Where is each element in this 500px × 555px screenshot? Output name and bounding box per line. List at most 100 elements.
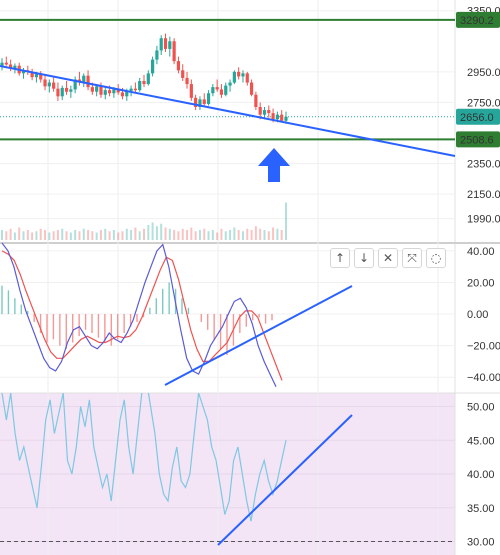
volume-bar	[224, 231, 227, 240]
volume-bar	[241, 231, 244, 240]
close-icon[interactable]: ✕	[378, 248, 398, 268]
candle-body	[232, 71, 236, 83]
volume-bar	[112, 230, 115, 240]
volume-bar	[117, 232, 120, 240]
volume-bar	[104, 228, 107, 240]
volume-bar	[13, 232, 16, 240]
candle-body	[237, 71, 241, 77]
price-badge-label: 2508.6	[460, 134, 494, 146]
volume-bar	[1, 230, 3, 240]
volume-bar	[22, 231, 25, 240]
candle-body	[112, 89, 116, 94]
volume-bar	[276, 228, 279, 240]
volume-bar	[125, 228, 128, 240]
candle-body	[172, 41, 176, 62]
candle-body	[249, 82, 254, 95]
candle-body	[275, 114, 279, 120]
candle-body	[280, 114, 284, 121]
candle-body	[142, 81, 146, 85]
volume-bar	[280, 230, 283, 240]
candle-body	[176, 61, 181, 71]
volume-bar	[263, 230, 266, 240]
price-tick-label: 2150.00	[467, 189, 500, 201]
candle-body	[284, 116, 288, 121]
volume-bar	[91, 231, 94, 240]
volume-bar	[259, 228, 262, 240]
volume-bar	[186, 230, 189, 240]
candle-body	[219, 89, 224, 95]
volume-bar	[285, 202, 287, 240]
volume-bar	[31, 232, 34, 240]
rsi-tick-label: 45.00	[467, 435, 495, 447]
candle-body	[4, 62, 8, 65]
volume-bar	[254, 226, 257, 240]
macd-tick-label: −40.00	[467, 372, 500, 384]
rsi-tick-label: 30.00	[467, 537, 495, 549]
volume-bar	[272, 227, 275, 240]
volume-bar	[147, 225, 150, 240]
macd-line	[1, 242, 277, 387]
candle-body	[103, 90, 107, 95]
collapse-icon[interactable]: ⤧	[402, 248, 422, 268]
move-down-icon[interactable]: ↓	[354, 248, 374, 268]
candle-body	[189, 84, 193, 98]
volume-bar	[207, 231, 210, 240]
volume-bar	[44, 230, 47, 240]
rsi-tick-label: 35.00	[467, 503, 495, 515]
volume-bar	[9, 228, 12, 240]
volume-bar	[211, 230, 214, 240]
volume-bar	[181, 228, 184, 240]
candle-body	[245, 73, 249, 83]
candle-body	[258, 107, 262, 115]
volume-bar	[198, 230, 201, 240]
volume-bar	[82, 228, 85, 240]
candle-body	[215, 87, 219, 90]
candle-body	[86, 75, 90, 88]
volume-bar	[52, 231, 55, 240]
candle-body	[224, 85, 228, 95]
price-tick-label: 2350.00	[467, 159, 500, 171]
volume-bar	[229, 230, 232, 240]
volume-bar	[246, 228, 249, 240]
candle-body	[56, 88, 60, 97]
more-icon[interactable]: ◌	[426, 248, 446, 268]
trend-line-drawing	[0, 65, 456, 157]
candle-body	[69, 89, 73, 92]
volume-bar	[87, 230, 90, 240]
move-up-icon[interactable]: ↑	[330, 248, 350, 268]
candle-body	[34, 74, 39, 78]
rsi-tick-label: 50.00	[467, 402, 495, 414]
candle-body	[202, 99, 206, 104]
macd-tick-label: 0.00	[467, 309, 488, 321]
volume-bar	[237, 230, 240, 240]
volume-bar	[190, 227, 193, 240]
volume-bar	[5, 231, 8, 240]
price-badge-label: 2656.0	[460, 112, 494, 124]
candle-body	[129, 88, 133, 91]
rsi-tick-label: 40.00	[467, 469, 495, 481]
up-arrow-icon	[258, 148, 290, 182]
candle-body	[43, 79, 47, 87]
volume-bar	[143, 228, 145, 240]
volume-bar	[177, 231, 180, 240]
macd-tick-label: 40.00	[467, 246, 495, 258]
volume-bar	[134, 227, 137, 240]
trading-chart[interactable]: 3350.002950.002750.002350.002150.001990.…	[0, 0, 500, 555]
candle-body	[47, 82, 51, 87]
volume-bar	[151, 222, 154, 240]
candle-body	[163, 38, 168, 49]
price-tick-label: 2950.00	[467, 67, 500, 79]
volume-bar	[138, 231, 141, 240]
volume-bar	[250, 230, 253, 240]
candle-body	[95, 86, 99, 92]
volume-bar	[267, 231, 270, 240]
volume-bar	[168, 228, 171, 240]
candle-body	[241, 73, 245, 77]
volume-bar	[155, 226, 158, 240]
candle-body	[64, 87, 69, 92]
candle-body	[99, 86, 103, 95]
volume-bar	[164, 227, 167, 240]
volume-bar	[203, 228, 206, 240]
volume-bar	[74, 230, 77, 240]
candle-body	[60, 87, 64, 97]
